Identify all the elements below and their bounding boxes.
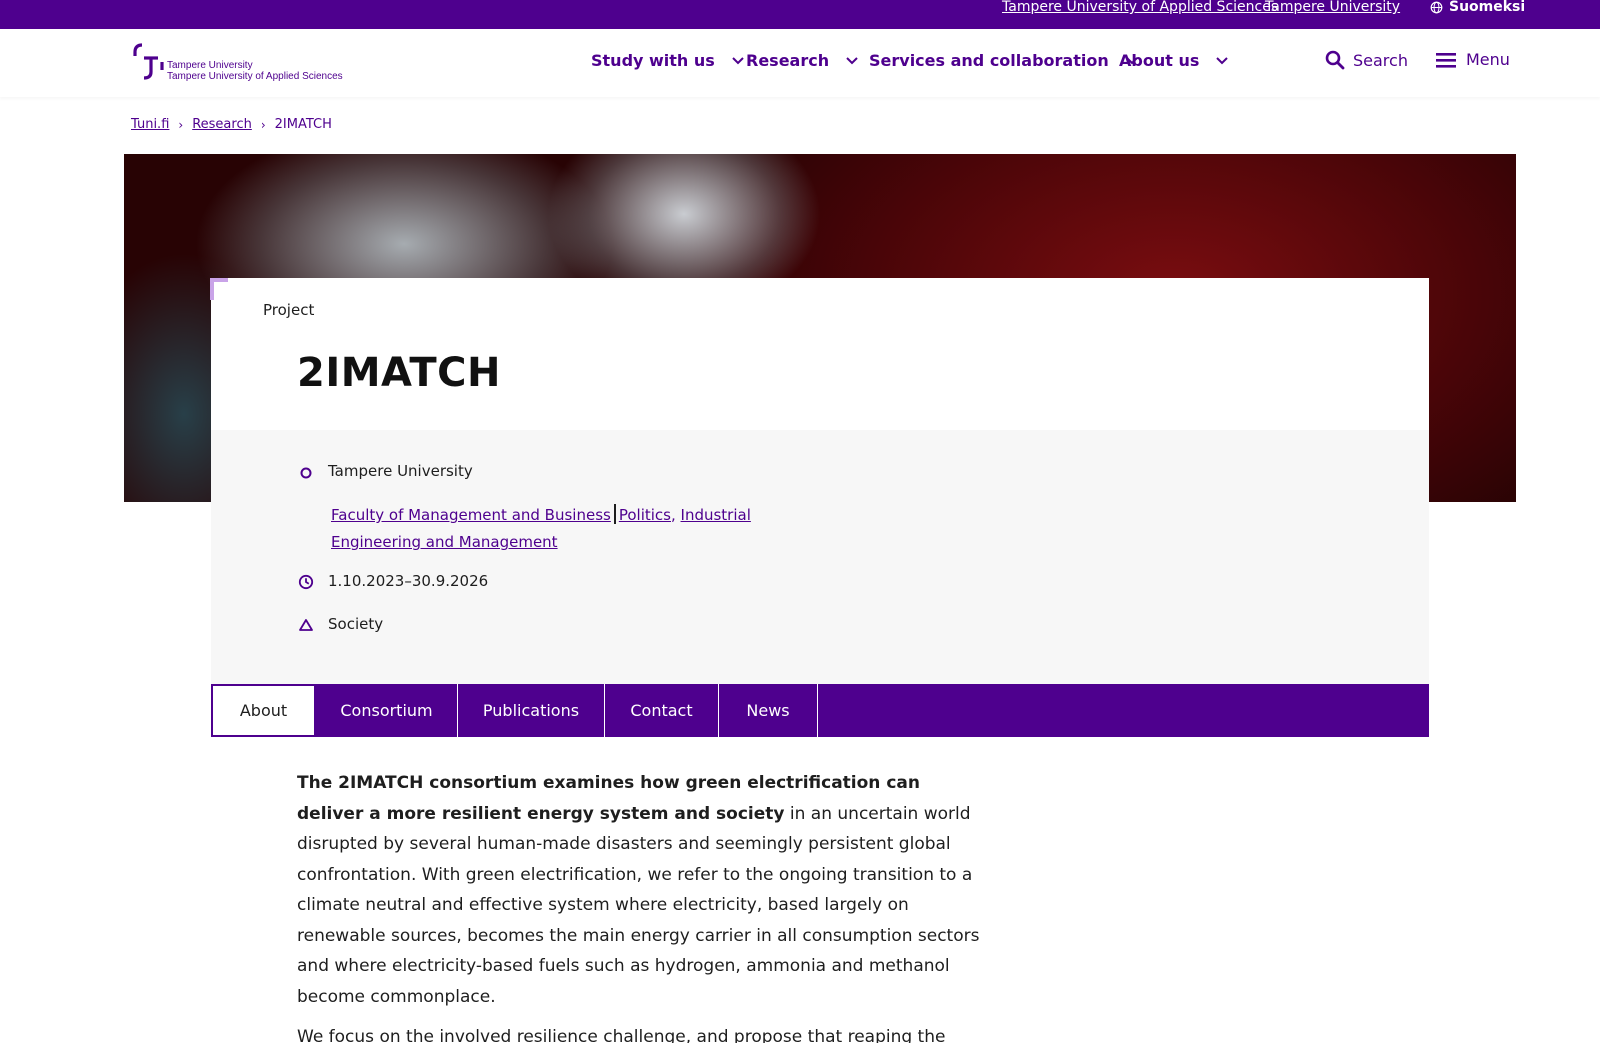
tab-contact[interactable]: Contact	[605, 684, 719, 737]
logo-mark-icon	[133, 43, 164, 80]
clock-icon	[298, 574, 314, 590]
breadcrumb: Tuni.fi › Research › 2IMATCH	[131, 117, 332, 132]
chevron-down-icon	[732, 56, 744, 64]
unit-link-politics[interactable]: Politics	[619, 506, 671, 524]
faculty-link[interactable]: Faculty of Management and Business	[331, 506, 611, 524]
menu-label: Menu	[1466, 50, 1510, 69]
organization-units: Faculty of Management and Business Politi…	[331, 504, 751, 551]
tuni-logo[interactable]: Tampere University Tampere University of…	[132, 42, 362, 84]
top-utility-bar: Tampere University of Applied Sciences T…	[0, 0, 1600, 29]
about-content: The 2IMATCH consortium examines how gree…	[297, 768, 982, 1043]
organization-row: Tampere University	[298, 462, 473, 480]
divider	[613, 504, 616, 524]
nav-label: Services and collaboration	[869, 51, 1109, 70]
project-info-panel: Tampere University Faculty of Management…	[211, 430, 1429, 684]
tab-news[interactable]: News	[719, 684, 818, 737]
tab-about[interactable]: About	[211, 684, 316, 737]
logo-text: Tampere University Tampere University of…	[167, 60, 343, 82]
search-button[interactable]: Search	[1325, 50, 1408, 70]
tab-consortium[interactable]: Consortium	[316, 684, 458, 737]
main-header: Tampere University Tampere University of…	[0, 29, 1600, 97]
intro-paragraph: The 2IMATCH consortium examines how gree…	[297, 768, 982, 1012]
tab-publications[interactable]: Publications	[458, 684, 605, 737]
intro-rest: in an uncertain world disrupted by sever…	[297, 803, 980, 1007]
project-dates: 1.10.2023–30.9.2026	[328, 572, 489, 590]
project-tabs: About Consortium Publications Contact Ne…	[211, 684, 1429, 737]
circle-icon	[300, 467, 312, 479]
nav-label: About us	[1119, 51, 1200, 70]
tamk-link[interactable]: Tampere University of Applied Sciences	[1002, 0, 1278, 14]
globe-icon	[1430, 1, 1443, 13]
field-row: Society	[298, 615, 383, 633]
search-icon	[1325, 50, 1345, 70]
project-header-card: Project 2IMATCH	[211, 278, 1429, 430]
research-field: Society	[328, 615, 384, 633]
breadcrumb-separator: ›	[178, 117, 184, 132]
menu-button[interactable]: Menu	[1436, 50, 1510, 69]
nav-study-with-us[interactable]: Study with us	[591, 51, 744, 70]
breadcrumb-separator: ›	[260, 117, 266, 132]
triangle-icon	[299, 619, 313, 631]
language-label: Suomeksi	[1449, 0, 1526, 15]
logo-line-1: Tampere University	[167, 60, 253, 71]
hamburger-icon	[1436, 52, 1456, 68]
body-paragraph: We focus on the involved resilience chal…	[297, 1027, 946, 1043]
page-title: 2IMATCH	[297, 350, 501, 396]
breadcrumb-research[interactable]: Research	[192, 117, 252, 132]
nav-label: Study with us	[591, 51, 715, 70]
breadcrumb-home[interactable]: Tuni.fi	[131, 117, 169, 132]
nav-about-us[interactable]: About us	[1119, 51, 1229, 70]
nav-research[interactable]: Research	[746, 51, 858, 70]
chevron-down-icon	[1216, 56, 1229, 64]
language-switch[interactable]: Suomeksi	[1430, 0, 1525, 14]
nav-label: Research	[746, 51, 830, 70]
duration-row: 1.10.2023–30.9.2026	[298, 572, 488, 590]
content-type-label: Project	[263, 301, 315, 319]
breadcrumb-current: 2IMATCH	[274, 117, 332, 132]
chevron-down-icon	[846, 56, 858, 64]
tuni-link[interactable]: Tampere University	[1265, 0, 1400, 14]
nav-services-and-collaboration[interactable]: Services and collaboration	[869, 51, 1138, 70]
search-label: Search	[1353, 50, 1408, 70]
organization-name: Tampere University	[328, 462, 473, 480]
logo-line-2: Tampere University of Applied Sciences	[167, 71, 343, 82]
corner-accent	[210, 278, 228, 300]
